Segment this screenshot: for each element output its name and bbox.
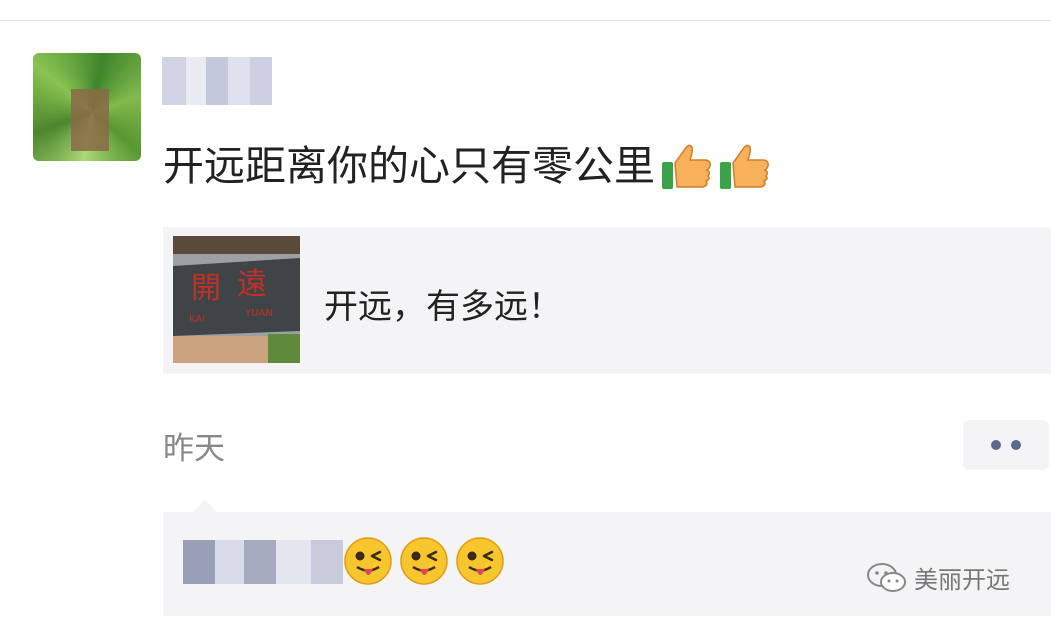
more-button[interactable] [963,420,1049,470]
comment-emoji-row [343,536,505,586]
tongue-wink-icon [344,537,392,585]
sign-photo: 開 遠 KAI YUAN [173,236,300,363]
watermark: 美丽开远 [866,560,1010,595]
thumbs-up-icon [662,144,711,189]
sign-char-2: 遠 [237,267,267,302]
top-divider [0,20,1051,21]
more-dots-icon [1011,440,1021,450]
poster-name-blurred[interactable] [162,57,272,105]
link-thumbnail: 開 遠 KAI YUAN [173,236,300,363]
shared-link-card[interactable]: 開 遠 KAI YUAN 开远，有多远！ [163,227,1051,374]
wechat-icon [867,562,906,592]
post-time: 昨天 [163,431,225,467]
watermark-text: 美丽开远 [914,566,1010,594]
post-text: 开远距离你的心只有零公里 [163,136,771,196]
commenter-name-blurred[interactable] [183,540,343,584]
link-title: 开远，有多远！ [324,287,562,327]
tongue-wink-icon [456,537,504,585]
avatar-pixelation [33,53,141,161]
more-dots-icon [991,440,1001,450]
comment-pointer [193,500,217,512]
tongue-wink-icon [400,537,448,585]
sign-latin-1: KAI [189,314,205,325]
post-text-content: 开远距离你的心只有零公里 [163,142,655,190]
sign-latin-2: YUAN [244,308,273,319]
sign-char-1: 開 [191,271,221,306]
thumbs-up-icon [720,144,769,189]
avatar[interactable] [33,53,141,161]
